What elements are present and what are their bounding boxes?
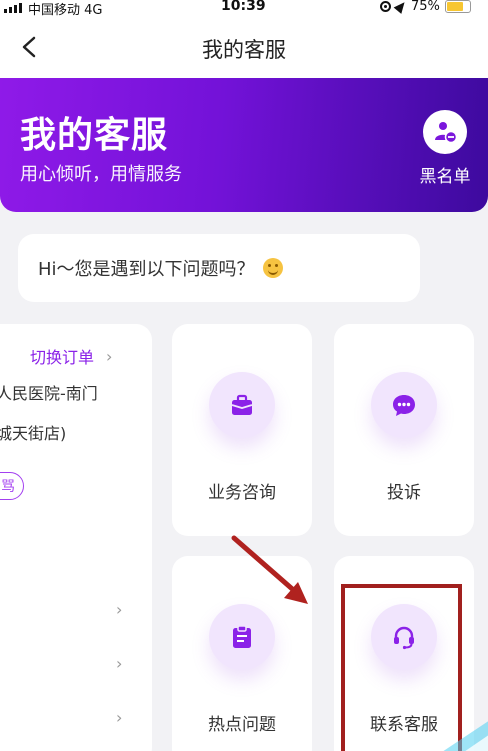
clipboard-icon <box>209 604 275 670</box>
blacklist-button[interactable]: 黑名单 <box>410 110 480 192</box>
tile-business-consult[interactable]: 业务咨询 <box>172 324 312 536</box>
tile-label: 业务咨询 <box>208 483 276 503</box>
tile-label: 热点问题 <box>208 715 276 735</box>
smiley-icon <box>262 258 283 278</box>
greeting-text: Hi～您是遇到以下问题吗？ <box>38 259 255 280</box>
hero-title: 我的客服 <box>20 115 169 156</box>
hero-banner: 我的客服 用心倾听，用情服务 黑名单 <box>0 78 488 212</box>
user-block-icon <box>423 110 467 154</box>
orientation-lock-icon <box>380 1 391 12</box>
switch-order-label: 切换订单 <box>30 348 95 367</box>
chat-bubble-icon <box>371 372 437 438</box>
chevron-right-icon[interactable]: › <box>116 654 122 673</box>
annotation-arrow <box>231 535 308 604</box>
chevron-right-icon: › <box>106 346 113 366</box>
greeting-bubble: Hi～您是遇到以下问题吗？ <box>18 234 420 302</box>
order-card: 切换订单 › 人民医院-南门 城天街店) 骂 › › › <box>0 324 152 751</box>
hero-subtitle: 用心倾听，用情服务 <box>20 164 182 185</box>
status-bar: 中国移动 4G 10:39 75% <box>0 0 488 18</box>
order-store-line-2: 城天街店) <box>0 424 67 443</box>
chevron-right-icon[interactable]: › <box>116 600 122 619</box>
battery-icon <box>444 0 471 13</box>
status-icons: 75% <box>380 0 471 14</box>
tile-label: 投诉 <box>387 483 421 503</box>
clock: 10:39 <box>221 0 266 14</box>
switch-order-button[interactable]: 切换订单 › <box>30 344 112 368</box>
signal-icon <box>4 2 22 13</box>
blacklist-label: 黑名单 <box>419 167 471 187</box>
order-store-line-1: 人民医院-南门 <box>0 384 98 403</box>
briefcase-icon <box>209 372 275 438</box>
battery-percent: 75% <box>411 0 440 14</box>
corner-decoration <box>443 721 488 751</box>
tile-complaint[interactable]: 投诉 <box>334 324 474 536</box>
nav-bar: 我的客服 <box>0 16 488 78</box>
page-title: 我的客服 <box>202 38 286 62</box>
chevron-right-icon[interactable]: › <box>116 708 122 727</box>
battery-fill <box>446 2 464 11</box>
order-tag-button[interactable]: 骂 <box>0 472 24 500</box>
location-icon <box>393 0 409 14</box>
